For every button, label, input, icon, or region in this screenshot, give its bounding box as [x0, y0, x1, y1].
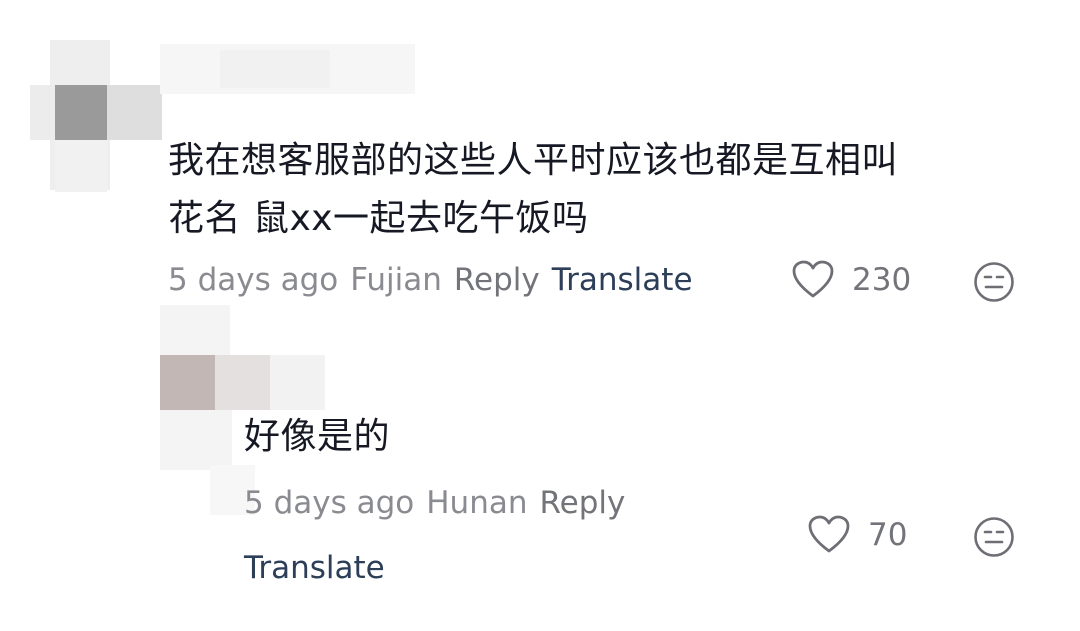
comment-text-line: 我在想客服部的这些人平时应该也都是互相叫	[168, 140, 899, 181]
username[interactable]	[160, 40, 420, 100]
location: Hunan	[426, 485, 528, 521]
comment-meta: 5 days ago Fujian Reply Translate	[168, 260, 705, 300]
comment-meta: 5 days ago Hunan Reply	[244, 483, 637, 523]
like-count: 230	[852, 262, 912, 298]
reply-button[interactable]: Reply	[454, 262, 540, 298]
like-button[interactable]: 70	[808, 513, 907, 557]
timestamp: 5 days ago	[168, 262, 339, 298]
translate-button[interactable]: Translate	[552, 262, 693, 298]
like-button[interactable]: 230	[792, 258, 911, 302]
meh-face-icon	[972, 260, 1016, 304]
translate-button[interactable]: Translate	[244, 548, 385, 588]
heart-outline-icon	[808, 515, 850, 555]
reply-button[interactable]: Reply	[540, 485, 626, 521]
comment-text-line: 花名 鼠xx一起去吃午饭吗	[168, 198, 589, 239]
like-count: 70	[868, 517, 908, 553]
heart-outline-icon	[792, 260, 834, 300]
meh-face-icon	[972, 515, 1016, 559]
location: Fujian	[350, 262, 442, 298]
dislike-button[interactable]	[972, 260, 1016, 304]
dislike-button[interactable]	[972, 515, 1016, 559]
timestamp: 5 days ago	[244, 485, 415, 521]
comment-text: 好像是的	[244, 416, 391, 457]
